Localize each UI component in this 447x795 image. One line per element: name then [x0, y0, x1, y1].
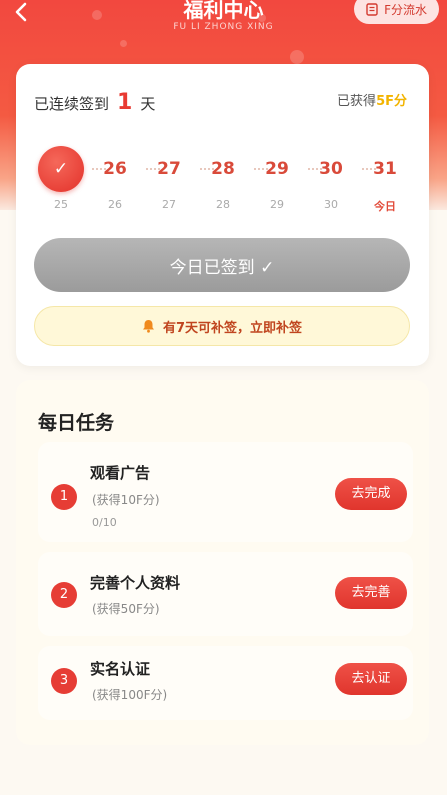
task-action-button[interactable]: 去完成 — [335, 478, 407, 510]
checkin-day-today: 31 — [373, 159, 397, 179]
checkin-day-checked: ✓ — [38, 146, 84, 192]
earned-prefix: 已获得 — [337, 94, 377, 109]
bell-icon — [142, 320, 154, 333]
points-ledger-button[interactable]: F分流水 — [354, 0, 439, 24]
decorative-dot — [290, 50, 304, 64]
day-label: 30 — [324, 198, 338, 211]
streak-summary: 已连续签到 1 天 — [34, 90, 155, 115]
task-reward: (获得100F分) — [92, 688, 168, 702]
earned-value: 5F分 — [376, 94, 407, 109]
daily-tasks-panel: 每日任务 1 观看广告 (获得10F分) 0/10 去完成 2 完善个人资料 (… — [16, 380, 429, 745]
task-name: 完善个人资料 — [90, 574, 181, 592]
day-label: 26 — [108, 198, 122, 211]
day-label-today: 今日 — [374, 200, 396, 213]
checkin-day: 26 — [103, 159, 127, 179]
signed-in-button[interactable]: 今日已签到 ✓ — [34, 238, 410, 292]
task-item: 1 观看广告 (获得10F分) 0/10 去完成 — [38, 442, 413, 542]
task-name: 实名认证 — [90, 660, 151, 678]
task-index-badge: 2 — [51, 582, 77, 608]
day-label: 25 — [54, 198, 68, 211]
makeup-text: 有7天可补签，立即补签 — [162, 320, 303, 336]
streak-days: 1 — [117, 90, 133, 115]
day-label: 29 — [270, 198, 284, 211]
task-reward: (获得50F分) — [92, 602, 160, 616]
checkin-day: 29 — [265, 159, 289, 179]
streak-suffix: 天 — [140, 95, 156, 113]
task-reward: (获得10F分) — [92, 493, 160, 507]
checkin-day: 30 — [319, 159, 343, 179]
task-index-badge: 3 — [51, 668, 77, 694]
task-item: 2 完善个人资料 (获得50F分) 去完善 — [38, 552, 413, 636]
makeup-checkin-banner[interactable]: 有7天可补签，立即补签 — [34, 306, 410, 346]
checkin-card: 已连续签到 1 天 已获得5F分 ✓ 26 27 28 29 30 31 25 … — [16, 64, 429, 366]
task-item: 3 实名认证 (获得100F分) 去认证 — [38, 646, 413, 720]
day-label: 28 — [216, 198, 230, 211]
checkin-day: 27 — [157, 159, 181, 179]
tasks-title: 每日任务 — [38, 412, 115, 434]
task-action-button[interactable]: 去认证 — [335, 663, 407, 695]
streak-prefix: 已连续签到 — [34, 95, 110, 113]
day-label: 27 — [162, 198, 176, 211]
task-name: 观看广告 — [90, 464, 151, 482]
earned-points: 已获得5F分 — [337, 90, 407, 109]
task-index-badge: 1 — [51, 484, 77, 510]
ledger-icon — [366, 2, 378, 16]
task-progress: 0/10 — [92, 516, 117, 529]
points-ledger-label: F分流水 — [384, 2, 427, 17]
decorative-dot — [120, 40, 127, 47]
task-action-button[interactable]: 去完善 — [335, 577, 407, 609]
checkin-calendar: ✓ 26 27 28 29 30 31 25 26 27 28 29 30 今日 — [16, 146, 429, 216]
checkin-day: 28 — [211, 159, 235, 179]
